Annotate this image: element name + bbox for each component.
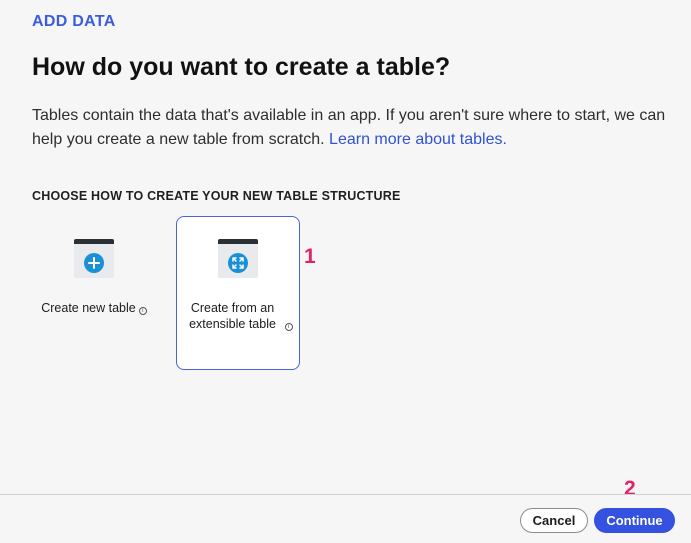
step-marker-1: 1 [304, 245, 316, 268]
learn-more-link[interactable]: Learn more about tables. [329, 131, 507, 148]
table-icon-header [218, 239, 258, 244]
option-create-from-extensible-table[interactable]: Create from an extensible table i [176, 216, 300, 370]
info-icon[interactable]: i [138, 307, 147, 315]
option-label-text: Create from an extensible table [189, 301, 276, 331]
section-label: CHOOSE HOW TO CREATE YOUR NEW TABLE STRU… [32, 189, 401, 203]
plus-icon [84, 253, 104, 273]
table-icon [218, 239, 258, 278]
eyebrow-label: ADD DATA [32, 13, 116, 30]
option-label: Create from an extensible table i [177, 300, 299, 332]
cancel-button[interactable]: Cancel [520, 508, 588, 533]
table-icon [74, 239, 114, 278]
footer-bar: Cancel Continue [0, 494, 691, 543]
option-label-text: Create new table [41, 301, 136, 315]
table-icon-header [74, 239, 114, 244]
option-label: Create new table i [33, 300, 155, 316]
expand-arrows-icon [228, 253, 248, 273]
option-create-new-table[interactable]: Create new table i [32, 216, 156, 370]
page-description: Tables contain the data that's available… [32, 104, 672, 152]
page-title: How do you want to create a table? [32, 53, 451, 81]
info-icon[interactable]: i [284, 323, 293, 331]
continue-button[interactable]: Continue [594, 508, 675, 533]
